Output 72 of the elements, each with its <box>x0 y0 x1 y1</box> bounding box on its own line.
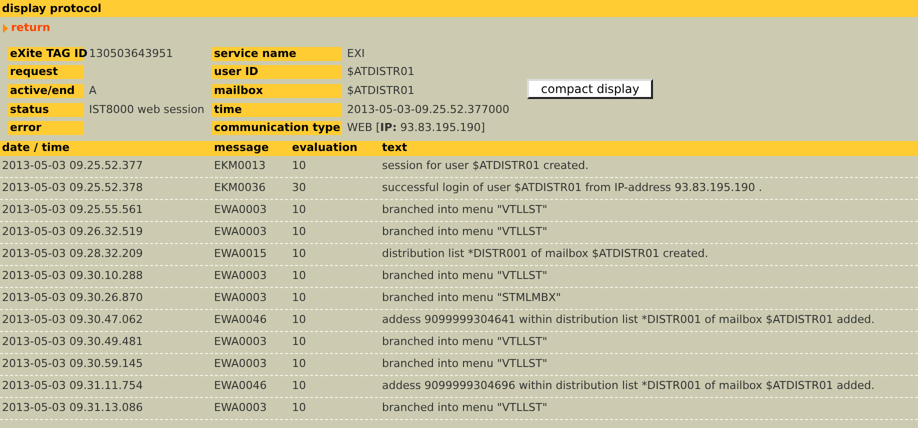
compact-display-button[interactable]: compact display <box>527 78 654 98</box>
table-cell-text: 2013-05-03 09.25.52.378 <box>2 181 144 195</box>
table-cell-text: EWA0003 <box>214 291 268 305</box>
table-cell-text: branched into menu "VTLLST" <box>382 357 548 371</box>
field-label: communication type <box>212 120 342 134</box>
table-cell-text: successful login of user $ATDISTR01 from IP-address 93.83.195.190 . <box>382 181 764 195</box>
table-cell-text: 2013-05-03 09.25.55.561 <box>2 203 144 217</box>
table-cell-text: 2013-05-03 09.26.32.519 <box>2 225 144 239</box>
table-cell-text: distribution list *DISTR001 of mailbox $ATDISTR01 created. <box>382 247 710 261</box>
table-cell-text: addess 9099999304696 within distribution list *DISTR001 of mailbox $ATDISTR01 added. <box>382 379 876 393</box>
column-header: message <box>214 141 270 155</box>
table-cell-text: EKM0013 <box>214 159 267 173</box>
table-cell-text: 30 <box>292 181 307 195</box>
table-cell-text: 2013-05-03 09.30.49.481 <box>2 335 144 349</box>
table-cell-text: branched into menu "VTLLST" <box>382 225 548 239</box>
table-cell-text: 10 <box>292 269 307 283</box>
table-cell-text: 10 <box>292 203 307 217</box>
field-value: $ATDISTR01 <box>347 84 416 98</box>
field-label: active/end <box>8 84 84 98</box>
table-cell-text: 10 <box>292 225 307 239</box>
table-cell-text: 10 <box>292 247 307 261</box>
table-cell-text: branched into menu "VTLLST" <box>382 401 548 415</box>
table-cell-text: branched into menu "VTLLST" <box>382 269 548 283</box>
arrow-icon <box>3 24 8 32</box>
table-cell-text: branched into menu "VTLLST" <box>382 203 548 217</box>
field-value: 2013-05-03-09.25.52.377000 <box>347 102 510 116</box>
table-cell-text: 2013-05-03 09.30.59.145 <box>2 357 144 371</box>
field-label: status <box>8 102 84 116</box>
field-label: service name <box>212 46 342 60</box>
column-header: text <box>382 141 408 155</box>
table-cell-text: EKM0036 <box>214 181 267 195</box>
column-header: date / time <box>2 141 71 155</box>
table-cell-text: EWA0003 <box>214 225 268 239</box>
table-cell-text: EWA0003 <box>214 357 268 371</box>
table-cell-text: 2013-05-03 09.28.32.209 <box>2 247 144 261</box>
field-label: user ID <box>212 64 342 78</box>
table-cell-text: addess 9099999304641 within distribution list *DISTR001 of mailbox $ATDISTR01 added. <box>382 313 876 327</box>
page-title: display protocol <box>0 0 918 17</box>
table-cell-text: 10 <box>292 401 307 415</box>
table-cell-text: 10 <box>292 379 307 393</box>
field-label: mailbox <box>212 84 342 98</box>
field-value: EXI <box>347 46 366 60</box>
table-cell-text: EWA0003 <box>214 401 268 415</box>
table-cell-text: 2013-05-03 09.31.13.086 <box>2 401 144 415</box>
table-cell-text: EWA0046 <box>214 379 268 393</box>
field-value: 130503643951 <box>89 46 174 60</box>
table-cell-text: branched into menu "STMLMBX" <box>382 291 562 305</box>
table-cell-text: EWA0003 <box>214 203 268 217</box>
table-cell-text: EWA0046 <box>214 313 268 327</box>
table-cell-text: 2013-05-03 09.30.47.062 <box>2 313 144 327</box>
table-cell-text: EWA0003 <box>214 335 268 349</box>
table-cell-text: session for user $ATDISTR01 created. <box>382 159 590 173</box>
column-header: evaluation <box>292 141 358 155</box>
table-cell-text: 10 <box>292 159 307 173</box>
field-label: time <box>212 102 342 116</box>
table-cell-text: 2013-05-03 09.30.10.288 <box>2 269 144 283</box>
field-value: WEB [IP: 93.83.195.190] <box>347 120 486 134</box>
table-cell-text: EWA0015 <box>214 247 268 261</box>
field-value: $ATDISTR01 <box>347 64 416 78</box>
table-cell-text: 10 <box>292 335 307 349</box>
table-cell-text: 10 <box>292 291 307 305</box>
field-value: A <box>89 84 98 98</box>
table-cell-text: EWA0003 <box>214 269 268 283</box>
table-cell-text: 2013-05-03 09.31.11.754 <box>2 379 144 393</box>
field-label: request <box>8 64 84 78</box>
table-cell-text: branched into menu "VTLLST" <box>382 335 548 349</box>
table-cell-text: 2013-05-03 09.25.52.377 <box>2 159 144 173</box>
table-cell-text: 10 <box>292 313 307 327</box>
field-label: error <box>8 120 84 134</box>
field-value: IST8000 web session <box>89 102 206 116</box>
table-cell-text: 10 <box>292 357 307 371</box>
table-cell-text: 2013-05-03 09.30.26.870 <box>2 291 144 305</box>
